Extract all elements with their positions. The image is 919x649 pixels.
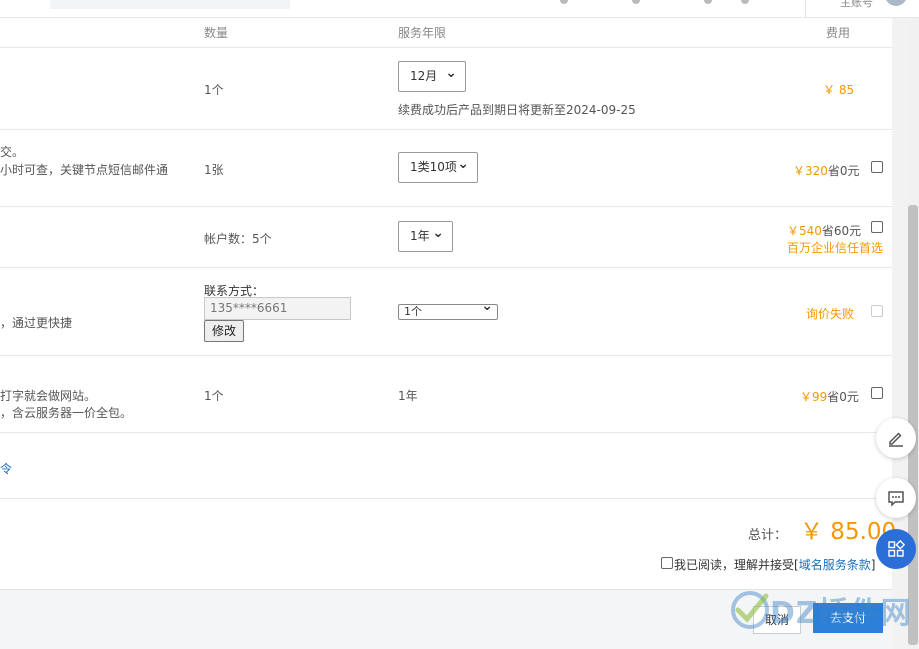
nav-icon[interactable]: [632, 0, 640, 4]
quantity-value: 1张: [204, 163, 224, 177]
table-row: 交。 小时可查，关键节点短信邮件通 1张 1类10项 ￥320省0元: [0, 130, 892, 207]
price-group: ￥540省60元: [787, 222, 861, 239]
search-input[interactable]: [50, 0, 290, 9]
chat-float-button[interactable]: [876, 478, 916, 518]
agree-close: ]: [870, 558, 876, 572]
count-select[interactable]: 1个: [398, 299, 498, 320]
watermark-logo-icon: [731, 591, 769, 629]
coupon-row: 令: [0, 433, 892, 499]
period-value: 1年: [398, 389, 418, 403]
product-desc: 小时可查，关键节点短信邮件通: [0, 163, 169, 177]
price-group: ￥99省0元: [800, 388, 859, 405]
user-label[interactable]: 主账号: [840, 0, 873, 10]
phone-field[interactable]: 135****6661: [204, 297, 351, 320]
period-select[interactable]: 1年: [398, 219, 453, 252]
column-header-fee: 费用: [826, 26, 851, 40]
price-group: ￥320省0元: [793, 162, 860, 179]
save-value: 省0元: [827, 164, 860, 178]
agree-label: 我已阅读，理解并接受[: [674, 558, 799, 572]
watermark-text: DZ插件网: [770, 596, 912, 631]
edit-button[interactable]: 修改: [204, 320, 244, 342]
top-bar: 主账号: [0, 0, 919, 18]
quantity-value: 1个: [204, 389, 224, 403]
price-value: ￥320: [793, 164, 828, 178]
order-card: 数量 服务年限 费用 1个 12月 续费成功后产品到期日将更新至2024-09-…: [0, 18, 896, 649]
price-value: ￥540: [787, 224, 822, 238]
period-select[interactable]: 12月: [398, 59, 466, 92]
nav-icon[interactable]: [741, 0, 749, 4]
status-text: 询价失败: [806, 307, 855, 321]
nav-icon[interactable]: [560, 0, 568, 4]
coupon-link[interactable]: 令: [0, 460, 12, 477]
table-row: 1个 12月 续费成功后产品到期日将更新至2024-09-25 ￥ 85: [0, 48, 892, 130]
quantity-value: 1个: [204, 83, 224, 97]
item-checkbox[interactable]: [871, 221, 883, 233]
total-label: 总计：: [748, 528, 788, 543]
watermark: DZ插件网: [730, 588, 911, 635]
renew-note: 续费成功后产品到期日将更新至2024-09-25: [398, 103, 636, 117]
item-checkbox[interactable]: [871, 387, 883, 399]
item-checkbox: [871, 305, 883, 317]
table-row: 帐户数：5个 1年 ￥540省60元 百万企业信任首选: [0, 207, 892, 268]
price-value: ￥ 85: [823, 83, 855, 97]
product-desc: ，含云服务器一价全包。: [0, 406, 133, 420]
table-row: 打字就会做网站。 ，含云服务器一价全包。 1个 1年 ￥99省0元: [0, 356, 892, 433]
product-desc: ，通过更快捷: [0, 316, 73, 330]
table-header: 数量 服务年限 费用: [0, 18, 892, 48]
terms-link[interactable]: 域名服务条款: [799, 558, 871, 572]
avatar[interactable]: [885, 0, 907, 6]
apps-float-button[interactable]: [876, 529, 916, 569]
promo-text: 百万企业信任首选: [787, 241, 884, 255]
edit-icon: [889, 432, 903, 447]
quantity-value: 帐户数：5个: [204, 232, 272, 246]
product-desc: 打字就会做网站。: [0, 389, 97, 403]
class-select[interactable]: 1类10项: [398, 150, 478, 183]
edit-float-button[interactable]: [876, 418, 916, 458]
agree-text: 我已阅读，理解并接受[域名服务条款]: [674, 556, 875, 573]
column-header-quantity: 数量: [204, 26, 229, 40]
apps-icon: [888, 539, 906, 557]
save-value: 省60元: [821, 224, 862, 238]
product-desc: 交。: [0, 145, 25, 159]
column-header-period: 服务年限: [398, 26, 447, 40]
agree-checkbox[interactable]: [661, 557, 673, 569]
price-value: ￥99: [800, 390, 828, 404]
divider: [805, 0, 806, 18]
table-row: ，通过更快捷 联系方式： 1个 询价失败: [0, 268, 892, 356]
nav-icon[interactable]: [704, 0, 712, 4]
save-value: 省0元: [827, 390, 859, 404]
chat-icon: [888, 491, 904, 507]
item-checkbox[interactable]: [871, 161, 883, 173]
